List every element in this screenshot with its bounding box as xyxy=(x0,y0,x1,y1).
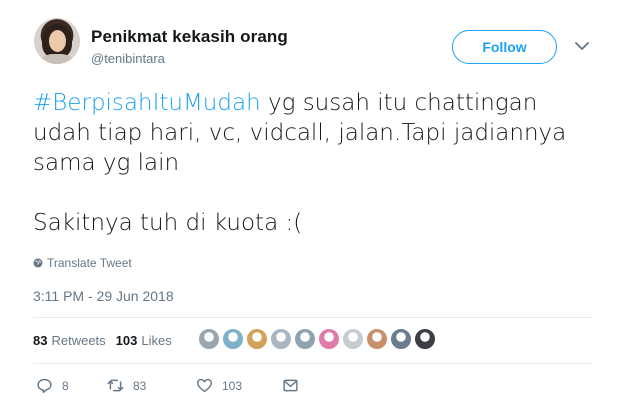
translate-label: Translate Tweet xyxy=(47,256,132,270)
like-button[interactable]: 103 xyxy=(196,377,282,394)
engagement-stats: 83 Retweets 103 Likes xyxy=(33,333,172,348)
tweet-line-1: #BerpisahItuMudah yg susah itu chattinga… xyxy=(33,88,593,118)
tweet-actions: 8 83 103 xyxy=(36,377,299,394)
hashtag-link[interactable]: #BerpisahItuMudah xyxy=(33,90,261,116)
tweet-line-3: sama yg lain xyxy=(33,150,180,176)
follow-button[interactable]: Follow xyxy=(452,30,557,64)
tweet-line-4: Sakitnya tuh di kuota :( xyxy=(33,210,303,236)
divider-bottom xyxy=(33,363,592,364)
avatar-body xyxy=(40,54,74,64)
author-handle[interactable]: @tenibintara xyxy=(91,51,165,66)
globe-icon xyxy=(33,258,43,268)
likes-stat[interactable]: 103 Likes xyxy=(116,333,172,348)
retweet-icon xyxy=(107,379,124,392)
tweet-line-2: udah tiap hari, vc, vidcall, jalan.Tapi … xyxy=(33,120,567,146)
tweet-timestamp[interactable]: 3:11 PM - 29 Jun 2018 xyxy=(33,288,174,304)
liker-avatar[interactable] xyxy=(293,327,317,351)
liker-avatar[interactable] xyxy=(245,327,269,351)
reply-count: 8 xyxy=(62,378,69,393)
liker-avatar[interactable] xyxy=(221,327,245,351)
author-avatar[interactable] xyxy=(34,18,80,64)
likes-label: Likes xyxy=(141,333,172,348)
like-count: 103 xyxy=(222,378,243,393)
retweets-stat[interactable]: 83 Retweets xyxy=(33,333,106,348)
liker-avatar[interactable] xyxy=(413,327,437,351)
liker-avatar[interactable] xyxy=(341,327,365,351)
avatar-face xyxy=(49,30,66,52)
liker-avatar[interactable] xyxy=(365,327,389,351)
author-display-name[interactable]: Penikmat kekasih orang xyxy=(91,27,288,47)
tweet-text: #BerpisahItuMudah yg susah itu chattinga… xyxy=(33,88,593,238)
direct-message-button[interactable] xyxy=(282,377,299,394)
retweets-label: Retweets xyxy=(51,333,106,348)
retweet-button[interactable]: 83 xyxy=(107,377,196,394)
envelope-icon xyxy=(283,379,298,392)
tweet-line-1-text: yg susah itu chattingan xyxy=(260,90,538,116)
divider-top xyxy=(33,317,592,318)
liker-avatar[interactable] xyxy=(317,327,341,351)
heart-icon xyxy=(196,378,213,393)
reply-icon xyxy=(37,378,52,394)
likes-count: 103 xyxy=(115,333,138,348)
chevron-down-icon[interactable] xyxy=(575,41,589,51)
retweet-count: 83 xyxy=(133,378,147,393)
liker-avatars xyxy=(197,327,437,351)
translate-tweet-link[interactable]: Translate Tweet xyxy=(33,256,132,270)
liker-avatar[interactable] xyxy=(389,327,413,351)
liker-avatar[interactable] xyxy=(269,327,293,351)
liker-avatar[interactable] xyxy=(197,327,221,351)
retweets-count: 83 xyxy=(33,333,48,348)
reply-button[interactable]: 8 xyxy=(36,377,96,394)
